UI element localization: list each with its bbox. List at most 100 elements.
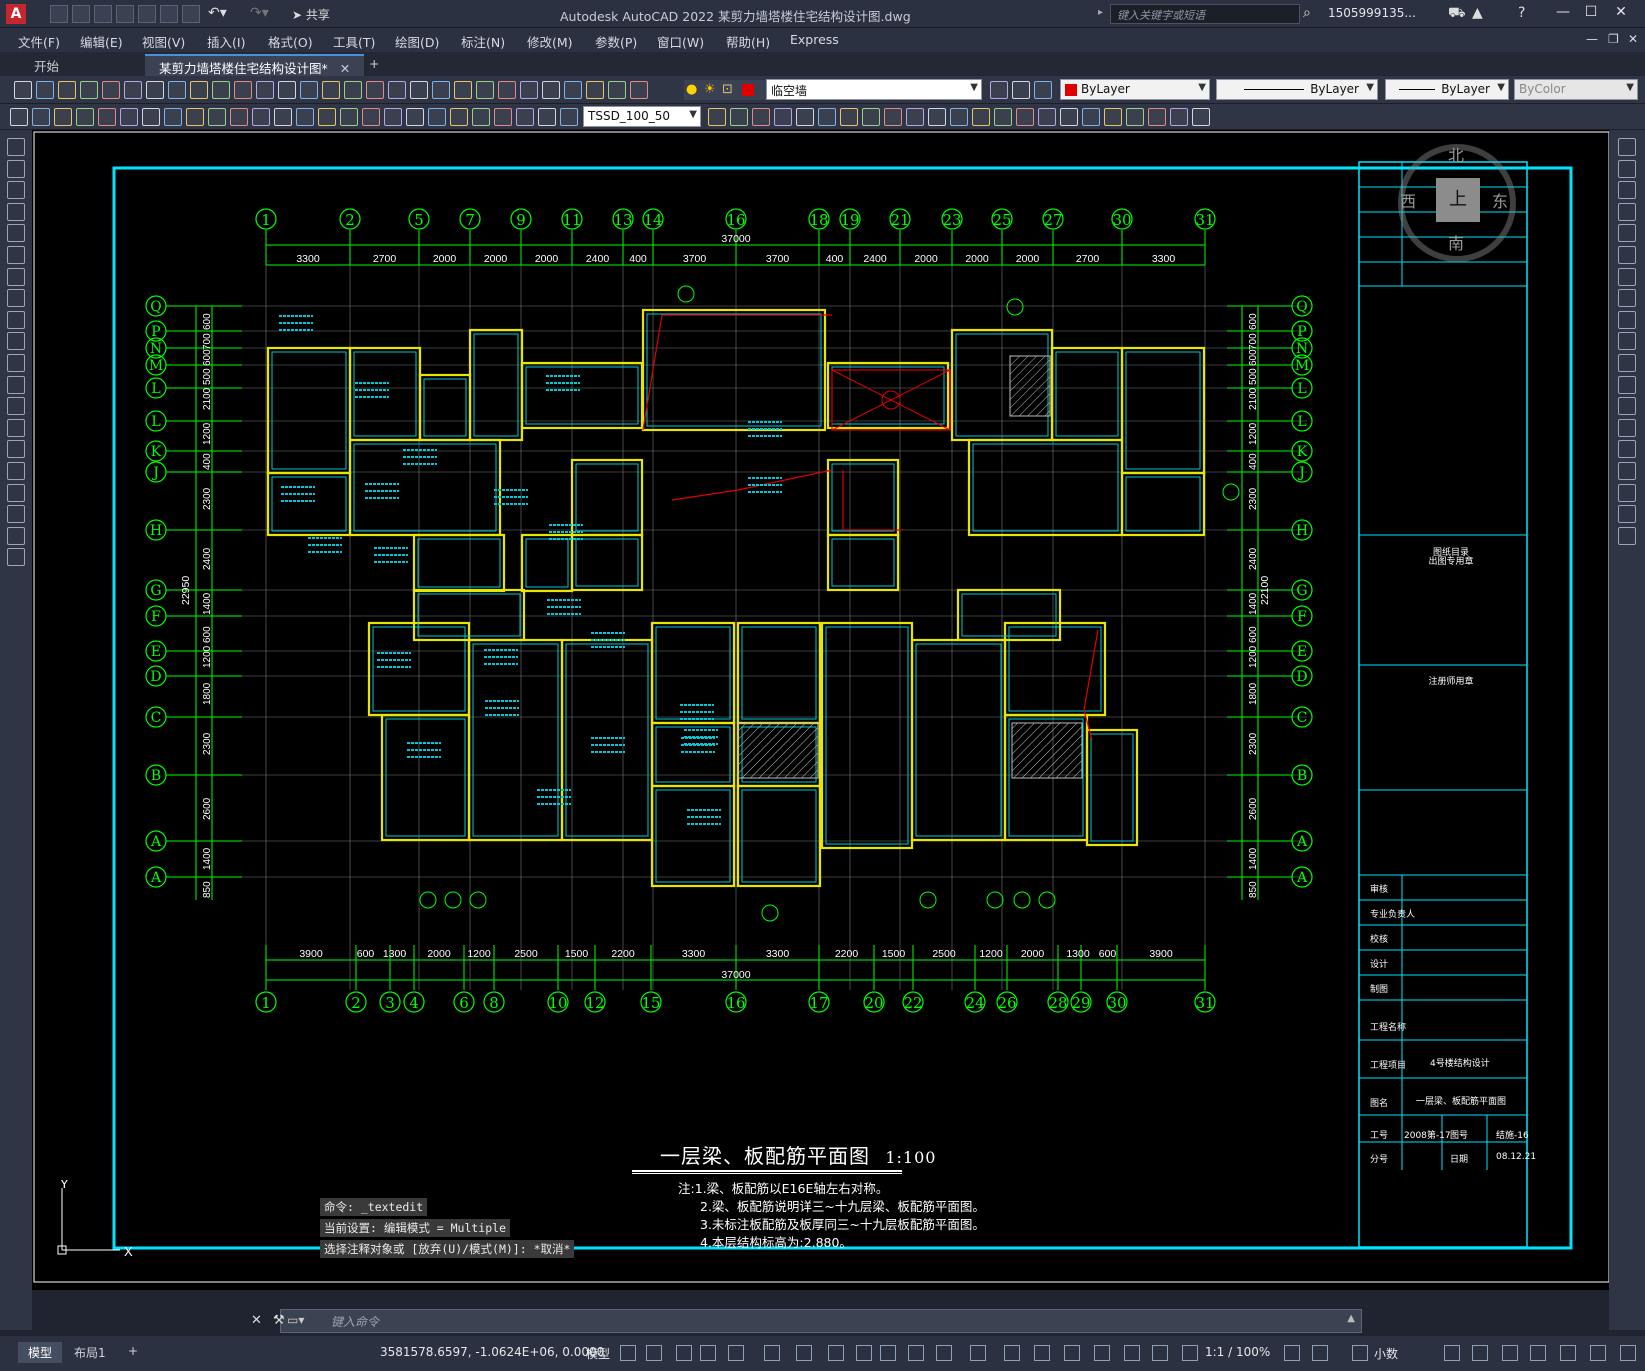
status-toggle-icon[interactable] — [908, 1345, 924, 1361]
model-space-button[interactable]: 模型 — [586, 1345, 610, 1362]
draw-tool-icon[interactable] — [76, 108, 94, 126]
left-palette-tool-icon[interactable] — [7, 462, 25, 480]
right-palette-tool-icon[interactable] — [1618, 526, 1636, 545]
standard-tool-icon[interactable] — [190, 81, 208, 99]
draw-tool-icon[interactable] — [32, 108, 50, 126]
standard-tool-icon[interactable] — [14, 81, 32, 99]
tab-model[interactable]: 模型 — [18, 1342, 63, 1363]
left-palette-tool-icon[interactable] — [7, 332, 25, 351]
doc-restore-button[interactable]: ❐ — [1608, 32, 1619, 46]
left-palette-tool-icon[interactable] — [7, 289, 25, 308]
standard-tool-icon[interactable] — [542, 81, 560, 99]
draw-tool-icon[interactable] — [774, 108, 792, 126]
right-palette-tool-icon[interactable] — [1618, 289, 1636, 308]
left-palette-tool-icon[interactable] — [7, 505, 25, 524]
standard-tool-icon[interactable] — [410, 81, 428, 99]
left-palette-tool-icon[interactable] — [7, 418, 25, 437]
status-toggle-icon[interactable] — [1004, 1345, 1020, 1361]
status-toggle-icon[interactable] — [620, 1345, 636, 1361]
draw-tool-icon[interactable] — [230, 108, 248, 126]
left-palette-tool-icon[interactable] — [7, 138, 25, 156]
draw-tool-icon[interactable] — [840, 108, 858, 126]
standard-tool-icon[interactable] — [608, 81, 626, 99]
tab-close-icon[interactable]: ✕ — [340, 61, 350, 76]
draw-tool-icon[interactable] — [54, 108, 72, 126]
standard-tool-icon[interactable] — [300, 81, 318, 99]
draw-tool-icon[interactable] — [1192, 108, 1210, 126]
search-expand-icon[interactable]: ▸ — [1098, 7, 1103, 18]
right-palette-tool-icon[interactable] — [1618, 354, 1636, 372]
plot-icon[interactable] — [182, 5, 200, 23]
standard-tool-icon[interactable] — [168, 81, 186, 99]
autodesk-app-icon[interactable]: ▲ — [1472, 5, 1483, 21]
units-dropdown[interactable]: 小数 — [1374, 1345, 1398, 1362]
draw-tool-icon[interactable] — [296, 108, 314, 126]
left-palette-tool-icon[interactable] — [7, 440, 25, 459]
draw-tool-icon[interactable] — [994, 108, 1012, 126]
right-palette-tool-icon[interactable] — [1618, 310, 1636, 329]
linetype-dropdown[interactable]: ByLayer ▼ — [1216, 79, 1378, 100]
status-toggle-icon[interactable] — [1472, 1345, 1488, 1361]
draw-tool-icon[interactable] — [1060, 108, 1078, 126]
minimize-button[interactable]: — — [1552, 4, 1574, 24]
compass-east[interactable]: 东 — [1492, 188, 1508, 212]
lightbulb-icon[interactable]: ● — [686, 82, 697, 97]
annotation-scale[interactable]: 1:1 / 100% — [1205, 1345, 1270, 1359]
left-palette-tool-icon[interactable] — [7, 181, 25, 200]
draw-tool-icon[interactable] — [428, 108, 446, 126]
right-palette-tool-icon[interactable] — [1618, 332, 1636, 351]
status-toggle-icon[interactable] — [1284, 1345, 1300, 1361]
standard-tool-icon[interactable] — [388, 81, 406, 99]
draw-tool-icon[interactable] — [1016, 108, 1034, 126]
right-palette-tool-icon[interactable] — [1618, 202, 1636, 221]
standard-tool-icon[interactable] — [344, 81, 362, 99]
draw-tool-icon[interactable] — [98, 108, 116, 126]
save-icon[interactable] — [94, 5, 112, 23]
dimstyle-dropdown[interactable]: TSSD_100_50 ▼ — [583, 106, 701, 127]
recent-commands-icon[interactable]: ▭▾ — [287, 1313, 304, 1327]
draw-tool-icon[interactable] — [796, 108, 814, 126]
right-palette-tool-icon[interactable] — [1618, 246, 1636, 264]
draw-tool-icon[interactable] — [142, 108, 160, 126]
close-button[interactable]: ✕ — [1610, 4, 1632, 24]
right-palette-tool-icon[interactable] — [1618, 397, 1636, 416]
chevron-up-icon[interactable]: ▲ — [1347, 1313, 1355, 1324]
undo-icon[interactable]: ↶▾ — [208, 5, 227, 21]
maximize-button[interactable]: ☐ — [1580, 4, 1602, 24]
status-toggle-icon[interactable] — [1352, 1345, 1368, 1361]
menu-view[interactable]: 视图(V) — [142, 32, 185, 51]
menu-dimension[interactable]: 标注(N) — [461, 32, 505, 51]
status-toggle-icon[interactable] — [1152, 1345, 1168, 1361]
status-toggle-icon[interactable] — [1502, 1345, 1518, 1361]
right-palette-tool-icon[interactable] — [1618, 138, 1636, 156]
status-toggle-icon[interactable] — [1312, 1345, 1328, 1361]
left-palette-tool-icon[interactable] — [7, 483, 25, 502]
sun-icon[interactable]: ☀ — [704, 82, 716, 97]
viewcube[interactable]: 上 北 南 东 西 — [1398, 144, 1516, 262]
search-input[interactable]: 键入关键字或短语 — [1110, 4, 1300, 24]
draw-tool-icon[interactable] — [340, 108, 358, 126]
left-palette-tool-icon[interactable] — [7, 375, 25, 394]
left-palette-tool-icon[interactable] — [7, 354, 25, 372]
standard-tool-icon[interactable] — [586, 81, 604, 99]
new-file-icon[interactable] — [50, 5, 68, 23]
standard-tool-icon[interactable] — [990, 81, 1008, 99]
coordinates[interactable]: 3581578.6597, -1.0624E+06, 0.0000 — [380, 1345, 604, 1359]
status-toggle-icon[interactable] — [936, 1345, 952, 1361]
status-toggle-icon[interactable] — [1182, 1345, 1198, 1361]
standard-tool-icon[interactable] — [520, 81, 538, 99]
right-palette-tool-icon[interactable] — [1618, 267, 1636, 286]
draw-tool-icon[interactable] — [1104, 108, 1122, 126]
color-dropdown[interactable]: ByLayer ▼ — [1060, 79, 1210, 100]
close-command-icon[interactable]: ✕ — [251, 1313, 262, 1328]
draw-tool-icon[interactable] — [1082, 108, 1100, 126]
user-name[interactable]: 1505999135... — [1328, 6, 1416, 20]
draw-tool-icon[interactable] — [384, 108, 402, 126]
standard-tool-icon[interactable] — [1034, 81, 1052, 99]
draw-tool-icon[interactable] — [1170, 108, 1188, 126]
left-palette-tool-icon[interactable] — [7, 246, 25, 264]
status-toggle-icon[interactable] — [856, 1345, 872, 1361]
autocad-logo-icon[interactable]: A — [6, 4, 26, 24]
status-toggle-icon[interactable] — [1124, 1345, 1140, 1361]
draw-tool-icon[interactable] — [538, 108, 556, 126]
